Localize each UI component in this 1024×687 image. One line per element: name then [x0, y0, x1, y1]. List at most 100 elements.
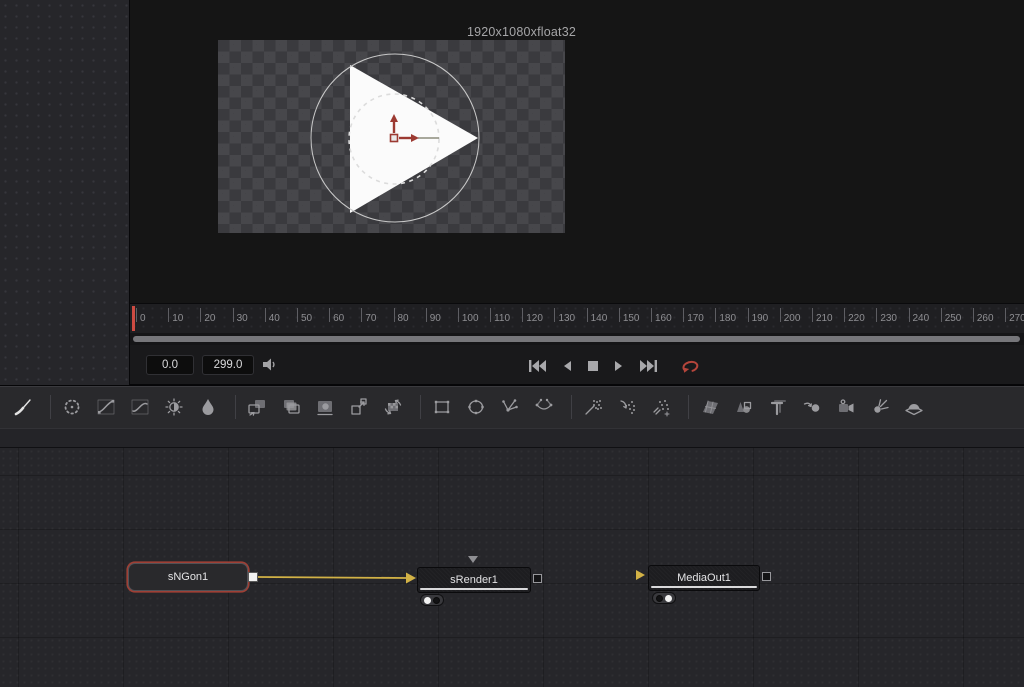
viewer2-dot[interactable] — [433, 596, 441, 604]
toolbar-separator — [420, 395, 421, 419]
viewer2-dot[interactable] — [665, 594, 673, 602]
ruler-tick[interactable]: 160 — [651, 304, 683, 333]
resize-tool-button[interactable] — [348, 396, 370, 418]
ruler-tick[interactable]: 220 — [844, 304, 876, 333]
ruler-tick-label: 270 — [1009, 313, 1024, 324]
p-render-tool-button[interactable] — [650, 396, 672, 418]
shape-3d-tool-button[interactable] — [733, 396, 755, 418]
node-srender1-label: sRender1 — [450, 574, 498, 586]
channel-booleans-tool-button[interactable] — [314, 396, 336, 418]
text-3d-tool-button[interactable] — [767, 396, 789, 418]
viewer1-dot[interactable] — [423, 596, 431, 604]
rectangle-mask-tool-button[interactable] — [431, 396, 453, 418]
time-ruler[interactable]: 0 10 20 30 40 50 60 70 80 90 100 110 120… — [130, 303, 1024, 333]
ruler-tick-label: 40 — [268, 313, 280, 324]
transform-tool-button[interactable] — [382, 396, 404, 418]
ruler-tick[interactable]: 10 — [168, 304, 200, 333]
ruler-tick[interactable]: 250 — [940, 304, 973, 333]
ruler-tick-label: 160 — [655, 313, 672, 324]
node-sngon1-label: sNGon1 — [167, 571, 209, 583]
ruler-tick[interactable]: 180 — [715, 304, 747, 333]
ruler-tick[interactable]: 260 — [972, 304, 1005, 333]
playhead[interactable] — [132, 306, 135, 331]
image-plane-3d-icon — [703, 400, 718, 414]
range-start-field[interactable]: 0.0 — [146, 355, 194, 375]
viewer1-dot[interactable] — [655, 594, 663, 602]
ruler-tick[interactable]: 150 — [618, 304, 651, 333]
color-corrector-tool-button[interactable] — [61, 396, 83, 418]
ruler-tick-label: 120 — [526, 313, 543, 324]
ruler-tick[interactable]: 230 — [876, 304, 908, 333]
step-back-button[interactable] — [561, 359, 573, 373]
ruler-tick[interactable]: 110 — [490, 304, 522, 333]
p-emitter-tool-button[interactable] — [582, 396, 604, 418]
camera-3d-tool-button[interactable] — [835, 396, 857, 418]
node-srender1-output-connector[interactable] — [533, 574, 542, 583]
wire-sngon-to-srender[interactable] — [257, 576, 407, 579]
ruler-tick[interactable]: 70 — [361, 304, 393, 333]
ruler-tick[interactable]: 120 — [522, 304, 554, 333]
ruler-tick[interactable]: 100 — [457, 304, 490, 333]
ruler-tick-label: 80 — [397, 313, 409, 324]
ruler-tick[interactable]: 200 — [779, 304, 812, 333]
ruler-tick-label: 200 — [783, 313, 801, 324]
go-to-first-frame-button[interactable] — [528, 359, 547, 373]
ruler-tick[interactable]: 30 — [232, 304, 265, 333]
hue-curves-tool-button[interactable] — [129, 396, 151, 418]
play-button[interactable] — [613, 359, 625, 373]
ellipse-mask-tool-button[interactable] — [465, 396, 487, 418]
audio-mute-button[interactable] — [262, 357, 279, 377]
brightness-contrast-tool-button[interactable] — [163, 396, 185, 418]
node-sngon1-output-connector[interactable] — [248, 572, 258, 582]
fusion-toolbar — [0, 385, 1024, 428]
timeline-scrollbar-thumb[interactable] — [133, 336, 1020, 342]
ruler-tick[interactable]: 20 — [200, 304, 232, 333]
blur-tool-button[interactable] — [197, 396, 219, 418]
spot-light-tool-button[interactable] — [869, 396, 891, 418]
ruler-tick[interactable]: 170 — [683, 304, 715, 333]
loop-playback-button[interactable] — [680, 358, 700, 374]
go-to-last-frame-button[interactable] — [639, 359, 658, 373]
merge-tool-button[interactable] — [246, 396, 268, 418]
node-mediaout1-input-connector[interactable] — [636, 570, 645, 580]
paint-tool-button[interactable] — [12, 396, 34, 418]
ruler-tick-label: 250 — [944, 313, 962, 324]
merge-3d-tool-button[interactable] — [801, 396, 823, 418]
node-mediaout1-output-connector[interactable] — [762, 572, 771, 581]
node-srender1-top-input-connector[interactable] — [468, 556, 478, 563]
hue-curves-icon — [131, 399, 149, 415]
ruler-tick[interactable]: 0 — [136, 304, 168, 333]
range-end-field[interactable]: 299.0 — [202, 355, 254, 375]
bspline-mask-tool-button[interactable] — [533, 396, 555, 418]
ruler-tick[interactable]: 40 — [264, 304, 297, 333]
renderer-3d-tool-button[interactable] — [903, 396, 925, 418]
ruler-tick[interactable]: 190 — [747, 304, 780, 333]
node-editor[interactable]: sNGon1 sRender1 MediaOut1 — [0, 448, 1024, 687]
matte-control-tool-button[interactable] — [280, 396, 302, 418]
color-curves-tool-button[interactable] — [95, 396, 117, 418]
viewer-panel[interactable]: 1920x1080xfloat32 — [130, 0, 1024, 303]
ruler-tick[interactable]: 80 — [393, 304, 426, 333]
image-plane-3d-tool-button[interactable] — [699, 396, 721, 418]
ruler-tick[interactable]: 270 — [1005, 304, 1024, 333]
rectangle-mask-icon — [434, 400, 450, 414]
ruler-tick-label: 70 — [365, 313, 377, 324]
ruler-tick[interactable]: 60 — [329, 304, 361, 333]
viewer-canvas[interactable] — [218, 40, 565, 233]
ruler-tick[interactable]: 140 — [586, 304, 619, 333]
ruler-tick[interactable]: 90 — [425, 304, 458, 333]
ruler-tick[interactable]: 130 — [554, 304, 586, 333]
toolbar-separator — [688, 395, 689, 419]
timeline-scrollbar[interactable] — [130, 333, 1024, 345]
node-sngon1[interactable]: sNGon1 — [128, 563, 248, 591]
toolbar-separator — [50, 395, 51, 419]
ruler-tick[interactable]: 210 — [811, 304, 844, 333]
stop-button[interactable] — [587, 359, 599, 373]
ruler-tick[interactable]: 50 — [296, 304, 329, 333]
node-srender1[interactable]: sRender1 — [417, 567, 531, 593]
p-merge-tool-button[interactable] — [616, 396, 638, 418]
ruler-tick[interactable]: 240 — [908, 304, 941, 333]
node-mediaout1[interactable]: MediaOut1 — [648, 565, 760, 591]
bspline-mask-icon — [535, 398, 553, 410]
polygon-mask-tool-button[interactable] — [499, 396, 521, 418]
